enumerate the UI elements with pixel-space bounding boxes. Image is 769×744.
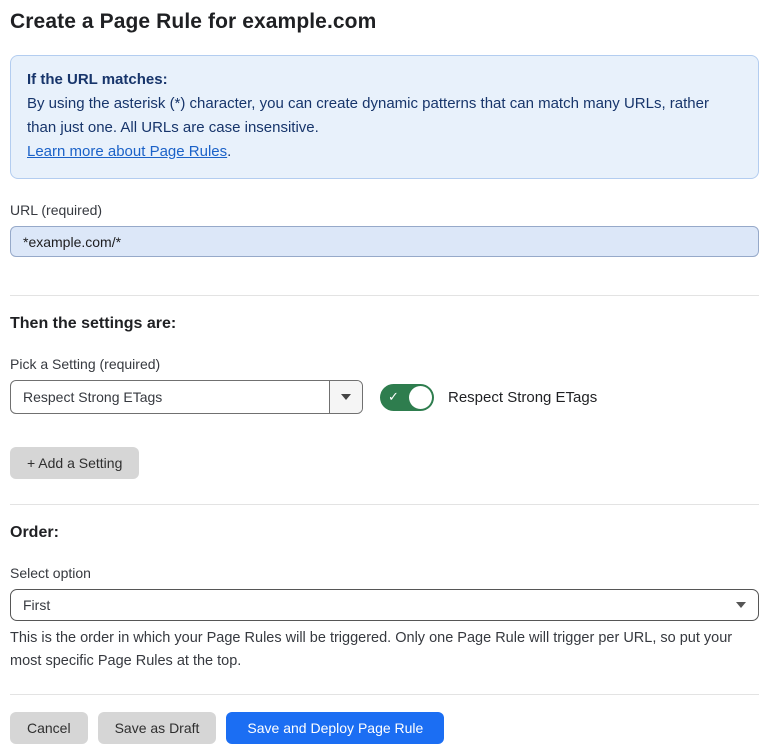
save-and-deploy-button[interactable]: Save and Deploy Page Rule (226, 712, 444, 744)
chevron-down-icon (341, 394, 351, 400)
url-field-label: URL (required) (10, 202, 759, 218)
info-box-body: By using the asterisk (*) character, you… (27, 92, 742, 140)
chevron-down-icon (736, 602, 746, 608)
pick-setting-label: Pick a Setting (required) (10, 356, 759, 372)
page-title: Create a Page Rule for example.com (10, 10, 759, 34)
setting-toggle[interactable]: ✓ (380, 384, 434, 411)
info-box-body-text: By using the asterisk (*) character, you… (27, 95, 709, 136)
setting-toggle-label: Respect Strong ETags (448, 389, 597, 406)
setting-select-value: Respect Strong ETags (11, 381, 329, 413)
order-help-text: This is the order in which your Page Rul… (10, 627, 759, 673)
cancel-button[interactable]: Cancel (10, 712, 88, 744)
setting-select-arrow-button[interactable] (329, 381, 362, 413)
divider (10, 694, 759, 695)
setting-row: Respect Strong ETags ✓ Respect Strong ET… (10, 380, 759, 414)
order-select-label: Select option (10, 565, 759, 581)
add-setting-button[interactable]: + Add a Setting (10, 447, 139, 479)
link-period: . (227, 143, 231, 160)
order-select[interactable]: First (10, 589, 759, 621)
url-input[interactable] (10, 226, 759, 257)
order-section-heading: Order: (10, 524, 759, 542)
toggle-knob (409, 386, 432, 409)
url-match-info-box: If the URL matches: By using the asteris… (10, 55, 759, 179)
info-box-heading: If the URL matches: (27, 68, 742, 92)
setting-select[interactable]: Respect Strong ETags (10, 380, 363, 414)
page-rule-form: Create a Page Rule for example.com If th… (0, 0, 769, 744)
footer-actions: Cancel Save as Draft Save and Deploy Pag… (10, 712, 759, 744)
learn-more-link[interactable]: Learn more about Page Rules (27, 143, 227, 160)
divider (10, 295, 759, 296)
order-select-value: First (23, 597, 50, 613)
divider (10, 504, 759, 505)
settings-section-heading: Then the settings are: (10, 315, 759, 333)
info-box-link-line: Learn more about Page Rules. (27, 140, 742, 164)
check-icon: ✓ (388, 390, 399, 403)
save-as-draft-button[interactable]: Save as Draft (98, 712, 217, 744)
